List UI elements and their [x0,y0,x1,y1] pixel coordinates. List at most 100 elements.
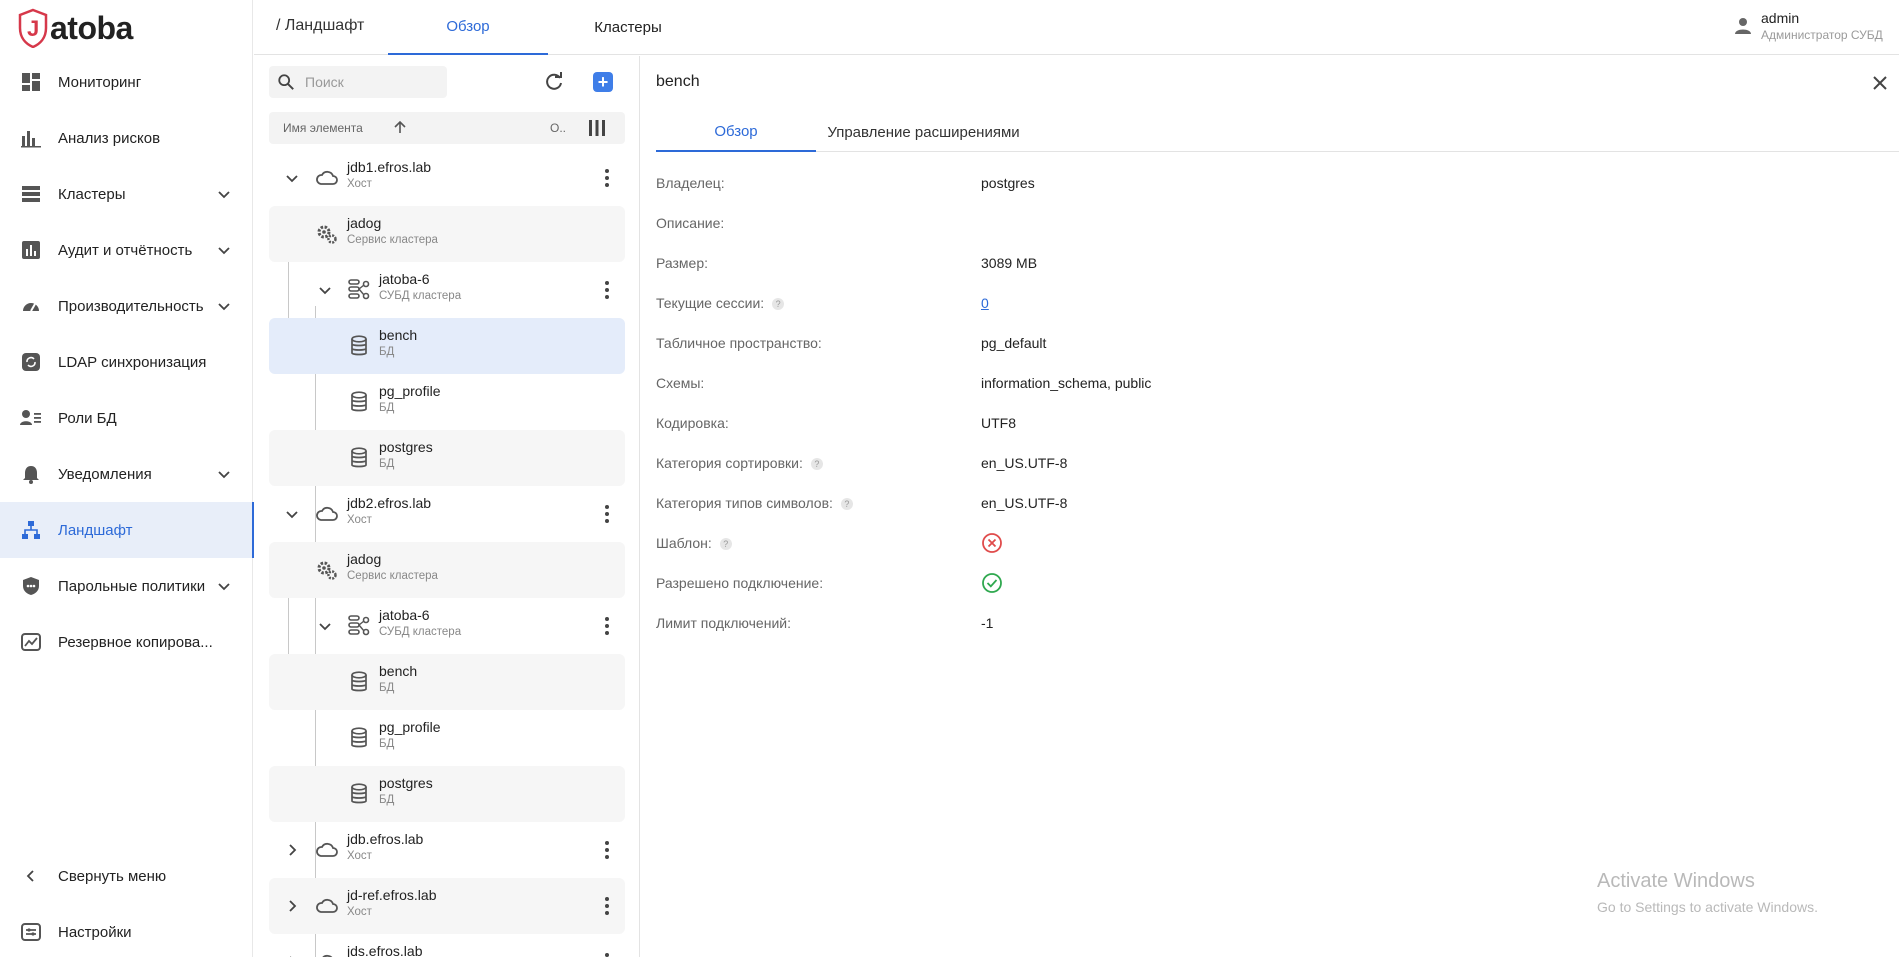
tree-row-service[interactable]: jadog Сервис кластера [269,206,625,262]
tree-row-cluster-dbms[interactable]: jatoba-6 СУБД кластера [269,598,625,654]
more-vert-icon[interactable] [595,838,619,862]
sidebar-item-risk-analysis[interactable]: Анализ рисков [0,110,253,166]
column-name-header[interactable]: Имя элемента [283,121,363,135]
sessions-link[interactable]: 0 [981,295,989,311]
chevron-down-icon[interactable] [284,506,300,522]
tree-row-database[interactable]: bench БД [269,654,625,710]
shield-icon [20,575,42,597]
tree-row-database-selected[interactable]: bench БД [269,318,625,374]
user-role: Администратор СУБД [1761,28,1883,42]
logo[interactable]: J atoba [18,6,133,50]
sidebar-item-label: LDAP синхронизация [58,353,207,371]
prop-label: Владелец: [656,175,725,191]
prop-label: Схемы: [656,375,705,391]
sidebar-item-ldap-sync[interactable]: LDAP синхронизация [0,334,253,390]
tree-item-name: bench [379,663,418,679]
tree-item-name: jdb2.efros.lab [347,495,432,511]
user-name: admin [1761,10,1800,26]
tree-row-database[interactable]: postgres БД [269,766,625,822]
tree-item-name: jadog [347,551,382,567]
chevron-right-icon[interactable] [284,898,300,914]
search-input[interactable] [305,66,443,98]
tree-row-host[interactable]: jdb.efros.lab Хост [269,822,625,878]
tree-item-name: jadog [347,215,382,231]
windows-activation-watermark: Activate Windows Go to Settings to activ… [1597,870,1818,915]
tree-row-host[interactable]: jds.efros.lab [269,934,625,957]
chevron-down-icon [218,191,230,199]
storage-icon [20,183,42,205]
chevron-down-icon[interactable] [317,282,333,298]
help-icon[interactable]: ? [840,498,853,510]
add-button[interactable]: + [593,72,613,92]
tree-row-cluster-dbms[interactable]: jatoba-6 СУБД кластера [269,262,625,318]
sidebar-item-landscape[interactable]: Ландшафт [0,502,254,558]
tree-panel: + Имя элемента О.. jdb1.efros.lab Хост j… [254,56,640,957]
detail-title: bench [656,73,700,90]
sidebar-item-db-roles[interactable]: Роли БД [0,390,253,446]
tree-item-name: pg_profile [379,719,441,735]
close-icon[interactable] [1871,74,1889,92]
tree-column-header: Имя элемента О.. [269,112,625,144]
chevron-down-icon[interactable] [284,170,300,186]
tab-overview[interactable]: Обзор [388,0,548,55]
refresh-icon[interactable] [543,71,565,93]
tree-item-type: БД [379,346,395,358]
cloud-icon [316,842,338,857]
sidebar-item-clusters[interactable]: Кластеры [0,166,253,222]
settings-button[interactable]: Настройки [0,904,253,960]
tree-row-host[interactable]: jd-ref.efros.lab Хост [269,878,625,934]
tree-row-database[interactable]: pg_profile БД [269,710,625,766]
tree-row-host[interactable]: jdb1.efros.lab Хост [269,150,625,206]
tab-detail-overview[interactable]: Обзор [656,112,816,152]
tree-item-name: jds.efros.lab [347,943,423,957]
collapse-menu-button[interactable]: Свернуть меню [0,848,253,904]
chevron-right-icon[interactable] [284,842,300,858]
columns-icon[interactable] [587,118,607,138]
prop-label: Размер: [656,255,709,271]
tree-item-type: Хост [347,514,372,526]
prop-label: Шаблон: [656,535,712,551]
sidebar-item-performance[interactable]: Производительность [0,278,253,334]
sort-arrow-up-icon[interactable] [392,119,408,135]
tab-extensions[interactable]: Управление расширениями [816,112,1031,152]
sidebar-item-label: Мониторинг [58,73,142,91]
tree-item-type: Сервис кластера [347,234,438,246]
more-vert-icon[interactable] [595,166,619,190]
sidebar-item-notifications[interactable]: Уведомления [0,446,253,502]
sidebar-item-backup[interactable]: Резервное копирова... [0,614,253,670]
shield-logo-icon: J [18,8,48,48]
chevron-down-icon [218,471,230,479]
chevron-down-icon[interactable] [317,618,333,634]
tab-clusters[interactable]: Кластеры [548,0,708,55]
help-icon[interactable]: ? [810,458,823,470]
prop-value: postgres [981,175,1035,191]
more-vert-icon[interactable] [595,614,619,638]
more-vert-icon[interactable] [595,278,619,302]
tree-row-database[interactable]: pg_profile БД [269,374,625,430]
prop-label: Категория сортировки: [656,455,803,471]
prop-value: information_schema, public [981,375,1152,391]
sidebar-item-monitoring[interactable]: Мониторинг [0,54,253,110]
tree-item-name: jdb1.efros.lab [347,159,432,175]
more-vert-icon[interactable] [595,502,619,526]
more-vert-icon[interactable] [595,894,619,918]
user-menu[interactable]: admin Администратор СУБД [1729,0,1899,55]
tree-row-host[interactable]: jdb2.efros.lab Хост [269,486,625,542]
sidebar-item-password-policies[interactable]: Парольные политики [0,558,253,614]
gears-icon [317,561,337,580]
help-icon[interactable]: ? [772,298,785,310]
tree-row-database[interactable]: postgres БД [269,430,625,486]
tree-item-name: postgres [379,439,433,455]
sidebar-item-label: Аудит и отчётность [58,241,193,259]
prop-label: Кодировка: [656,415,729,431]
sidebar-item-audit[interactable]: Аудит и отчётность [0,222,253,278]
sidebar-item-label: Анализ рисков [58,129,161,147]
tree-row-service[interactable]: jadog Сервис кластера [269,542,625,598]
analytics-icon [20,127,42,149]
help-icon[interactable]: ? [719,538,732,550]
tree-item-type: БД [379,738,395,750]
breadcrumb: / Ландшафт [276,17,365,34]
cloud-icon [322,954,333,957]
prop-value: -1 [981,615,994,631]
more-vert-icon[interactable] [595,950,619,957]
